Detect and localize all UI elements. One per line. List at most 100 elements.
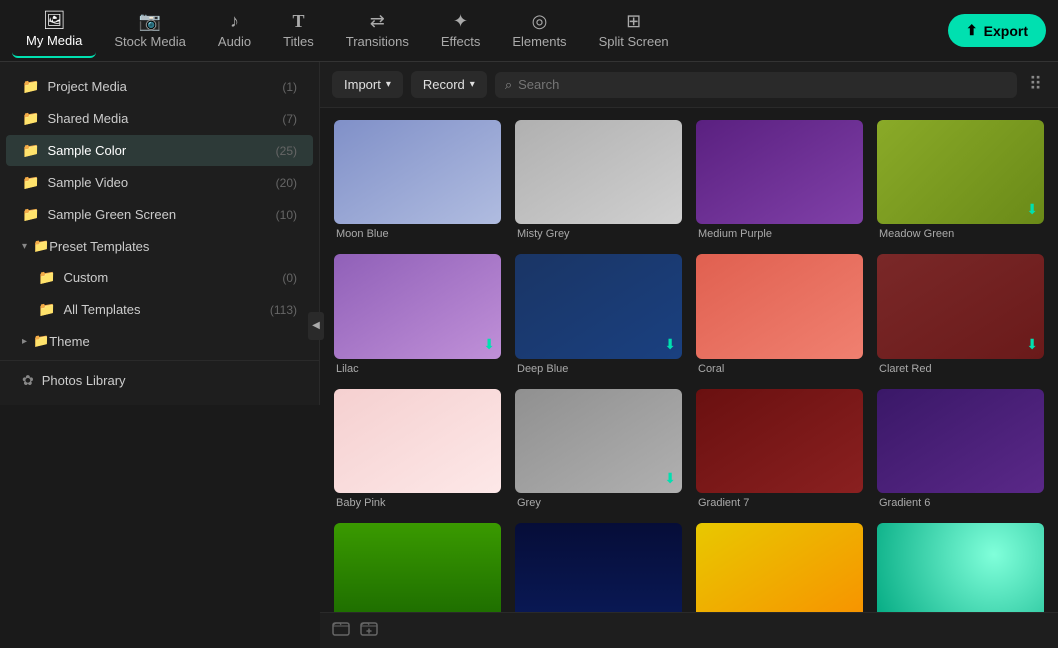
- sidebar-item-custom[interactable]: 📁 Custom (0): [6, 262, 313, 293]
- elements-icon: ◎: [532, 12, 548, 30]
- media-item-label: Medium Purple: [696, 228, 863, 240]
- nav-item-transitions-label: Transitions: [346, 34, 409, 49]
- effects-icon: ✦: [453, 12, 468, 30]
- download-icon: ⬇: [664, 336, 676, 353]
- chevron-down-icon: ▾: [470, 79, 475, 90]
- sidebar-item-label: Photos Library: [42, 373, 297, 388]
- separator: [0, 360, 319, 361]
- new-folder-button[interactable]: [332, 619, 350, 642]
- media-item-label: Meadow Green: [877, 228, 1044, 240]
- folder-icon: 📁: [33, 238, 49, 254]
- search-input[interactable]: [518, 77, 1007, 92]
- media-item-moon-blue[interactable]: Moon Blue: [334, 120, 501, 240]
- nav-item-effects-label: Effects: [441, 34, 481, 49]
- download-icon: ⬇: [1026, 201, 1038, 218]
- grid-toggle-button[interactable]: ⠿: [1025, 70, 1046, 99]
- folder-icon: 📁: [22, 110, 39, 127]
- media-item-gradient-6[interactable]: Gradient 6: [877, 389, 1044, 509]
- export-button[interactable]: ⬆ Export: [948, 14, 1046, 47]
- audio-icon: ♪: [230, 12, 239, 30]
- sidebar-item-label: Preset Templates: [49, 239, 149, 254]
- sidebar-item-label: Custom: [63, 270, 282, 285]
- folder-icon: 📁: [22, 78, 39, 95]
- media-item-label: Moon Blue: [334, 228, 501, 240]
- media-item-gradient-3[interactable]: Gradient 3: [696, 523, 863, 612]
- nav-item-my-media-label: My Media: [26, 33, 82, 48]
- sidebar-item-label: All Templates: [63, 302, 269, 317]
- search-icon: ⌕: [505, 77, 512, 93]
- main-layout: 📁 Project Media (1) 📁 Shared Media (7) 📁…: [0, 62, 1058, 648]
- add-folder-button[interactable]: [360, 619, 378, 642]
- nav-item-elements-label: Elements: [512, 34, 566, 49]
- media-item-deep-blue[interactable]: ⬇Deep Blue: [515, 254, 682, 374]
- split-screen-icon: ⊞: [626, 12, 641, 30]
- import-button[interactable]: Import ▾: [332, 71, 403, 98]
- nav-item-audio-label: Audio: [218, 34, 251, 49]
- folder-icon: 📁: [22, 174, 39, 191]
- my-media-icon: 🖼: [43, 11, 66, 29]
- media-item-gradient-2[interactable]: Gradient 2: [877, 523, 1044, 612]
- media-item-claret-red[interactable]: ⬇Claret Red: [877, 254, 1044, 374]
- sidebar-item-count: (20): [276, 176, 297, 190]
- folder-icon: 📁: [22, 142, 39, 159]
- sidebar-item-sample-color[interactable]: 📁 Sample Color (25): [6, 135, 313, 166]
- nav-item-stock-media[interactable]: 📷 Stock Media: [100, 4, 200, 57]
- nav-item-elements[interactable]: ◎ Elements: [498, 4, 580, 57]
- media-item-gradient-7[interactable]: Gradient 7: [696, 389, 863, 509]
- nav-item-stock-media-label: Stock Media: [114, 34, 186, 49]
- sidebar-item-preset-templates[interactable]: ▾ 📁 Preset Templates: [6, 231, 313, 261]
- content-area: Import ▾ Record ▾ ⌕ ⠿ Moon Blue Misty Gre…: [320, 62, 1058, 648]
- bottom-bar: [320, 612, 1058, 648]
- nav-item-audio[interactable]: ♪ Audio: [204, 4, 265, 57]
- nav-item-split-screen-label: Split Screen: [599, 34, 669, 49]
- sidebar-item-sample-green-screen[interactable]: 📁 Sample Green Screen (10): [6, 199, 313, 230]
- media-item-label: Grey: [515, 497, 682, 509]
- nav-item-titles-label: Titles: [283, 34, 314, 49]
- sidebar-item-shared-media[interactable]: 📁 Shared Media (7): [6, 103, 313, 134]
- download-icon: ⬇: [483, 336, 495, 353]
- media-item-misty-grey[interactable]: Misty Grey: [515, 120, 682, 240]
- sidebar-item-count: (0): [282, 271, 297, 285]
- sidebar-item-count: (113): [270, 303, 297, 317]
- nav-item-split-screen[interactable]: ⊞ Split Screen: [585, 4, 683, 57]
- search-bar[interactable]: ⌕: [495, 72, 1017, 98]
- sidebar-item-count: (25): [276, 144, 297, 158]
- folder-icon: 📁: [38, 301, 55, 318]
- media-item-baby-pink[interactable]: Baby Pink: [334, 389, 501, 509]
- sidebar-item-sample-video[interactable]: 📁 Sample Video (20): [6, 167, 313, 198]
- sidebar-item-all-templates[interactable]: 📁 All Templates (113): [6, 294, 313, 325]
- media-item-lilac[interactable]: ⬇ Lilac: [334, 254, 501, 374]
- media-item-label: Gradient 7: [696, 497, 863, 509]
- sidebar-item-photos-library[interactable]: ✿ Photos Library: [6, 365, 313, 396]
- sidebar-item-count: (10): [276, 208, 297, 222]
- sidebar-item-label: Shared Media: [47, 111, 282, 126]
- media-item-medium-purple[interactable]: Medium Purple: [696, 120, 863, 240]
- chevron-down-icon: ▾: [386, 79, 391, 90]
- folder-icon: 📁: [38, 269, 55, 286]
- media-item-coral[interactable]: Coral: [696, 254, 863, 374]
- nav-item-effects[interactable]: ✦ Effects: [427, 4, 495, 57]
- export-icon: ⬆: [966, 22, 978, 39]
- nav-item-transitions[interactable]: ⇄ Transitions: [332, 4, 423, 57]
- media-item-label: Gradient 6: [877, 497, 1044, 509]
- media-item-meadow-green[interactable]: ⬇ Meadow Green: [877, 120, 1044, 240]
- sidebar-item-label: Sample Green Screen: [47, 207, 275, 222]
- titles-icon: T: [292, 12, 304, 30]
- download-icon: ⬇: [1026, 336, 1038, 353]
- media-item-label: Lilac: [334, 363, 501, 375]
- record-button[interactable]: Record ▾: [411, 71, 487, 98]
- sidebar-item-theme[interactable]: ▸ 📁 Theme: [6, 326, 313, 356]
- sidebar: 📁 Project Media (1) 📁 Shared Media (7) 📁…: [0, 62, 320, 405]
- sidebar-item-label: Theme: [49, 334, 89, 349]
- media-item-gradient-4[interactable]: Gradient 4: [515, 523, 682, 612]
- sidebar-item-count: (7): [282, 112, 297, 126]
- nav-item-titles[interactable]: T Titles: [269, 4, 328, 57]
- toolbar: Import ▾ Record ▾ ⌕ ⠿: [320, 62, 1058, 108]
- media-item-gradient-5[interactable]: Gradient 5: [334, 523, 501, 612]
- collapse-sidebar-button[interactable]: ◀: [308, 312, 324, 340]
- nav-item-my-media[interactable]: 🖼 My Media: [12, 3, 96, 58]
- sidebar-item-project-media[interactable]: 📁 Project Media (1): [6, 71, 313, 102]
- import-label: Import: [344, 77, 381, 92]
- media-item-grey[interactable]: ⬇Grey: [515, 389, 682, 509]
- media-item-label: Baby Pink: [334, 497, 501, 509]
